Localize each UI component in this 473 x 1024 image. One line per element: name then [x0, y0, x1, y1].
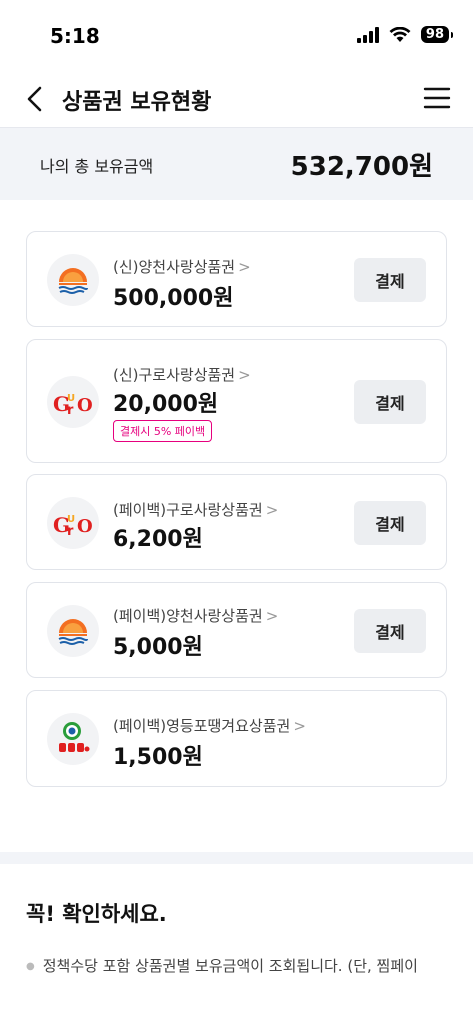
total-balance-amount: 532,700원: [290, 152, 433, 182]
yangcheon-sun-logo-icon: [47, 254, 99, 306]
payback-badge: 결제시 5% 페이백: [113, 420, 213, 442]
back-button[interactable]: [22, 82, 52, 116]
pay-button[interactable]: 결제: [354, 501, 426, 545]
svg-text:r: r: [67, 403, 74, 417]
chevron-right-icon: >: [265, 607, 279, 625]
voucher-amount: 500,000원: [113, 286, 234, 311]
voucher-card[interactable]: G U r O (신)구로사랑상품권 > 20,000원 결제시 5% 페이백 결…: [26, 339, 447, 463]
svg-text:O: O: [77, 395, 93, 416]
voucher-name-link[interactable]: (신)구로사랑상품권 >: [113, 364, 251, 385]
total-balance-label: 나의 총 보유금액: [40, 157, 154, 176]
status-icons: 98: [356, 26, 454, 43]
section-divider: [0, 852, 473, 864]
guro-logo-icon: G U r O: [47, 497, 99, 549]
voucher-name-link[interactable]: (페이백)영등포땡겨요상품권 >: [113, 715, 306, 736]
status-bar: 5:18 98: [0, 0, 473, 72]
hamburger-menu-icon: [423, 87, 451, 109]
chevron-left-icon: [27, 86, 42, 112]
voucher-amount: 20,000원: [113, 392, 219, 417]
chevron-right-icon: >: [293, 717, 306, 735]
notice-item: ● 정책수당 포함 상품권별 보유금액이 조회됩니다. (단, 찜페이: [26, 957, 418, 975]
chevron-right-icon: >: [265, 501, 279, 519]
voucher-amount: 1,500원: [113, 745, 203, 770]
voucher-name-link[interactable]: (페이백)양천사랑상품권 >: [113, 605, 278, 626]
svg-text:O: O: [77, 516, 93, 537]
voucher-name-link[interactable]: (신)양천사랑상품권 >: [113, 256, 251, 277]
chevron-right-icon: >: [238, 258, 251, 276]
voucher-card[interactable]: (페이백)양천사랑상품권 > 5,000원 결제: [26, 582, 447, 678]
pay-button[interactable]: 결제: [354, 258, 426, 302]
notice-title: 꼭! 확인하세요.: [26, 902, 167, 926]
page-title: 상품권 보유현황: [62, 90, 212, 115]
yeongdeungpo-logo-icon: [47, 713, 99, 765]
signal-icon: [356, 26, 379, 43]
yangcheon-sun-logo-icon: [47, 605, 99, 657]
voucher-card[interactable]: (페이백)영등포땡겨요상품권 > 1,500원: [26, 690, 447, 787]
battery-indicator: 98: [420, 26, 454, 43]
scroll-fade: [0, 990, 473, 1024]
svg-text:r: r: [67, 524, 74, 538]
chevron-right-icon: >: [238, 366, 251, 384]
status-time: 5:18: [50, 24, 100, 48]
voucher-card[interactable]: G U r O (페이백)구로사랑상품권 > 6,200원 결제: [26, 474, 447, 570]
pay-button[interactable]: 결제: [354, 380, 426, 424]
app-header: 상품권 보유현황: [0, 72, 473, 128]
voucher-amount: 6,200원: [113, 527, 203, 552]
voucher-amount: 5,000원: [113, 635, 203, 660]
menu-button[interactable]: [423, 84, 451, 112]
voucher-name-link[interactable]: (페이백)구로사랑상품권 >: [113, 499, 278, 520]
voucher-card[interactable]: (신)양천사랑상품권 > 500,000원 결제: [26, 231, 447, 327]
total-balance-bar: 나의 총 보유금액 532,700원: [0, 128, 473, 200]
wifi-icon: [389, 26, 411, 42]
pay-button[interactable]: 결제: [354, 609, 426, 653]
guro-logo-icon: G U r O: [47, 376, 99, 428]
